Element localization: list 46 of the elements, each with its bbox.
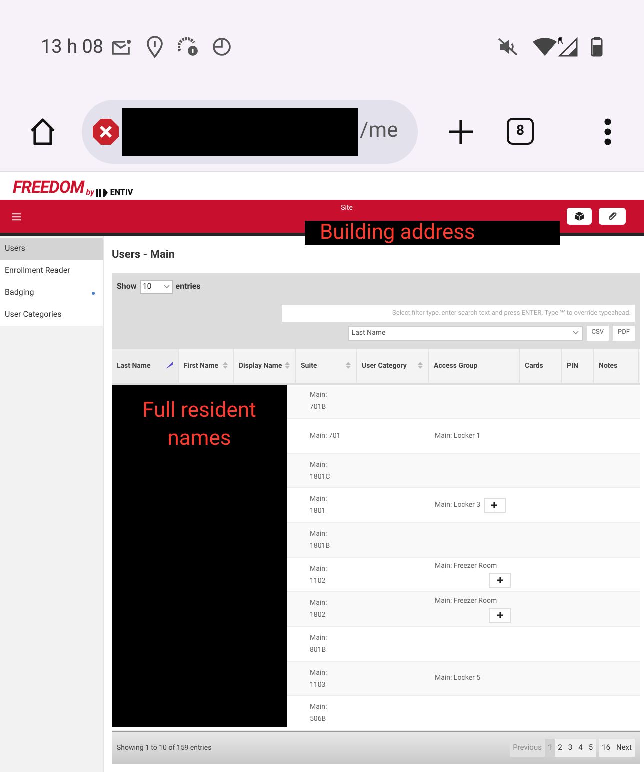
more-icon[interactable]	[604, 118, 612, 146]
sort-icon	[223, 362, 228, 369]
paperclip-icon	[608, 212, 617, 221]
battery-icon	[591, 37, 603, 57]
location-icon	[146, 36, 164, 58]
maker-logo: ENTIV	[110, 189, 134, 197]
gauge-icon	[178, 37, 200, 57]
wifi-icon	[533, 38, 557, 56]
error-icon	[92, 118, 120, 146]
page-title: Users - Main	[112, 247, 176, 263]
show-label: Show	[117, 280, 137, 292]
entries-label: entries	[176, 280, 201, 292]
address-bar[interactable]: /me	[82, 100, 418, 164]
plus-icon	[496, 576, 504, 584]
tab-count-button[interactable]: 8	[507, 118, 534, 145]
sidebar-item[interactable]: Badging	[0, 282, 103, 304]
redaction-label: Building address	[305, 221, 560, 245]
sort-icon	[346, 362, 351, 369]
mail-icon	[112, 39, 132, 55]
clock-icon	[212, 37, 232, 57]
sort-icon	[418, 362, 423, 369]
sidebar-item[interactable]: Users	[0, 238, 103, 260]
page-length-select[interactable]: 10	[140, 280, 173, 294]
cube-icon	[575, 212, 584, 221]
sidebar-item[interactable]: Enrollment Reader	[0, 260, 103, 282]
redaction-block: Full resident names	[112, 384, 287, 727]
add-access-button[interactable]	[489, 608, 511, 623]
maker-mark-icon	[96, 189, 108, 197]
status-time: 13 h 08	[41, 34, 104, 60]
menu-icon[interactable]	[12, 212, 21, 220]
chevron-down-icon	[164, 284, 170, 288]
plus-icon	[496, 612, 504, 619]
cube-button[interactable]	[567, 208, 592, 225]
sidebar-item[interactable]: User Categories	[0, 304, 103, 326]
add-access-button[interactable]	[484, 498, 506, 513]
add-access-button[interactable]	[489, 572, 511, 588]
cell-signal-icon	[557, 37, 579, 57]
brand-logo: FREEDOM	[13, 180, 84, 197]
mute-icon	[497, 37, 519, 57]
link-button[interactable]	[599, 208, 626, 225]
url-text: /me	[360, 118, 398, 145]
plus-icon	[491, 502, 498, 509]
sort-icon	[285, 362, 290, 369]
chevron-down-icon	[572, 331, 579, 335]
plus-icon[interactable]	[448, 118, 474, 144]
brand-by: by	[86, 189, 94, 197]
